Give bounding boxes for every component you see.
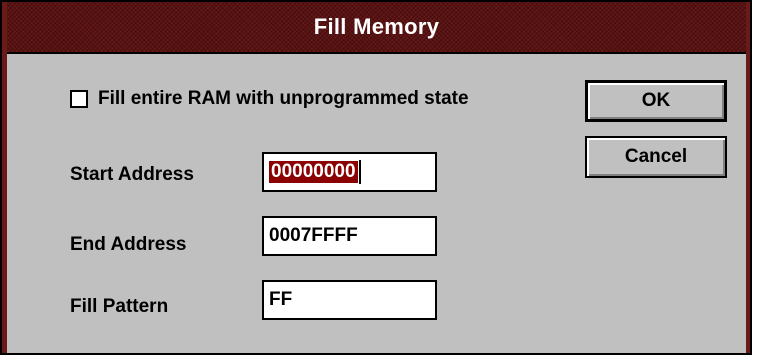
end-address-field[interactable]: 0007FFFF	[262, 216, 437, 256]
text-caret	[358, 160, 361, 184]
fill-entire-ram-label[interactable]: Fill entire RAM with unprogrammed state	[98, 88, 469, 110]
start-address-field[interactable]: 00000000	[262, 152, 437, 192]
end-address-label: End Address	[70, 234, 187, 255]
fill-pattern-field[interactable]: FF	[262, 280, 437, 320]
dialog-title: Fill Memory	[313, 14, 440, 39]
ok-button[interactable]: OK	[585, 80, 727, 122]
cancel-button-label: Cancel	[624, 146, 688, 167]
fill-pattern-value: FF	[269, 289, 293, 310]
dialog-body: Fill entire RAM with unprogrammed state …	[7, 54, 746, 353]
start-address-value: 00000000	[269, 161, 358, 183]
cancel-button[interactable]: Cancel	[585, 136, 727, 178]
fill-entire-ram-checkbox[interactable]: Fill entire RAM with unprogrammed state	[70, 88, 469, 110]
start-address-label: Start Address	[70, 164, 194, 185]
fill-pattern-label: Fill Pattern	[70, 296, 169, 317]
fill-memory-dialog: Fill Memory Fill entire RAM with unprogr…	[0, 0, 752, 355]
ok-button-label: OK	[641, 90, 671, 111]
title-bar[interactable]: Fill Memory	[7, 2, 746, 54]
checkbox-box[interactable]	[70, 90, 88, 108]
end-address-value: 0007FFFF	[269, 225, 358, 246]
